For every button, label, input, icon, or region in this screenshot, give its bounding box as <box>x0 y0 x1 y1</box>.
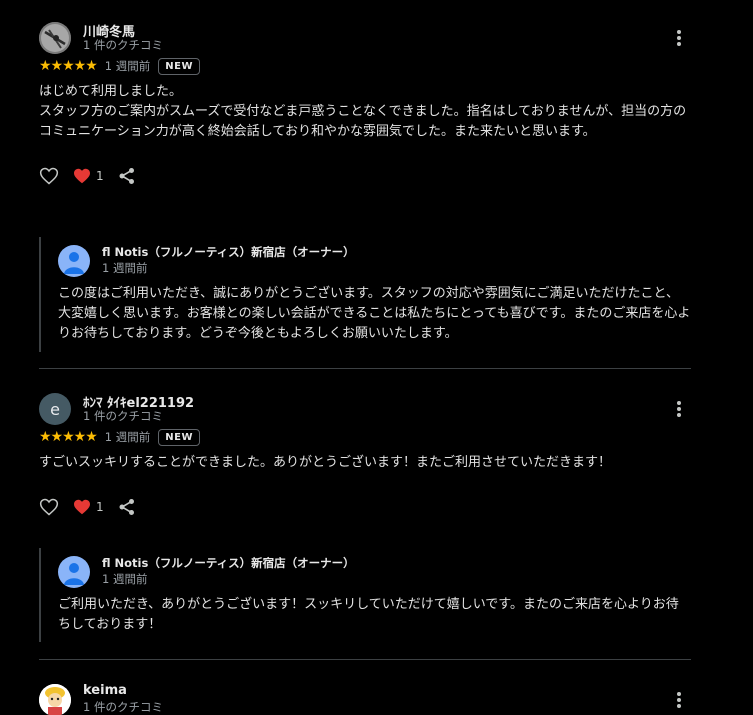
reply-time: 1 週間前 <box>102 261 148 275</box>
rating-stars: ★★★★★ <box>39 58 98 74</box>
reviewer-avatar[interactable]: e <box>39 393 71 425</box>
reviewer-review-count[interactable]: 1 件のクチコミ <box>83 699 163 715</box>
new-badge: NEW <box>158 428 200 446</box>
new-badge: NEW <box>158 57 200 75</box>
heart-icon <box>74 168 90 184</box>
reaction-count: 1 <box>96 500 104 514</box>
owner-avatar <box>58 556 90 588</box>
share-icon[interactable] <box>118 167 136 185</box>
review-card: 川崎冬馬 1 件のクチコミ ★★★★★ 1 週間前 NEW はじめて利用しました… <box>39 20 691 188</box>
owner-name: fl Notis（フルノーティス）新宿店（オーナー） <box>102 556 355 570</box>
review-text: すごいスッキリすることができました。ありがとうございます！またご利用させていただ… <box>39 455 612 470</box>
review-card: keima 1 件のクチコミ <box>39 682 691 715</box>
rating-stars: ★★★★★ <box>39 429 98 445</box>
owner-avatar <box>58 245 90 277</box>
heart-icon <box>74 499 90 515</box>
review-time: 1 週間前 <box>104 59 151 73</box>
reviewer-review-count[interactable]: 1 件のクチコミ <box>83 408 163 424</box>
owner-reply: fl Notis（フルノーティス）新宿店（オーナー） 1 週間前 この度はご利用… <box>39 237 691 352</box>
share-icon[interactable] <box>118 498 136 516</box>
reaction-button[interactable]: 1 <box>73 168 104 184</box>
more-options-icon[interactable] <box>673 28 685 48</box>
review-time: 1 週間前 <box>104 430 151 444</box>
owner-name: fl Notis（フルノーティス）新宿店（オーナー） <box>102 245 355 259</box>
reply-text: この度はご利用いただき、誠にありがとうございます。スタッフの対応や雰囲気にご満足… <box>58 286 691 341</box>
review-card: e ﾎﾝﾏ ﾀｲｷel221192 1 件のクチコミ ★★★★★ 1 週間前 N… <box>39 391 691 519</box>
owner-reply: fl Notis（フルノーティス）新宿店（オーナー） 1 週間前 ご利用いただき… <box>39 548 691 642</box>
divider <box>39 659 691 660</box>
reaction-button[interactable]: 1 <box>73 499 104 515</box>
avatar-letter: e <box>50 399 60 419</box>
review-text: はじめて利用しました。 スタッフ方のご案内がスムーズで受付などま戸惑うことなくで… <box>39 84 687 139</box>
reviewer-avatar[interactable] <box>39 684 71 715</box>
more-options-icon[interactable] <box>673 690 685 710</box>
reply-text: ご利用いただき、ありがとうございます！スッキリしていただけて嬉しいです。またのご… <box>58 597 679 632</box>
like-icon[interactable] <box>39 166 59 186</box>
like-icon[interactable] <box>39 497 59 517</box>
divider <box>39 368 691 369</box>
more-options-icon[interactable] <box>673 399 685 419</box>
reply-time: 1 週間前 <box>102 572 148 586</box>
reviewer-name[interactable]: keima <box>83 683 127 698</box>
reviewer-review-count[interactable]: 1 件のクチコミ <box>83 37 163 53</box>
reaction-count: 1 <box>96 169 104 183</box>
reviewer-avatar[interactable] <box>39 22 71 54</box>
reviews-list: 川崎冬馬 1 件のクチコミ ★★★★★ 1 週間前 NEW はじめて利用しました… <box>0 0 753 715</box>
